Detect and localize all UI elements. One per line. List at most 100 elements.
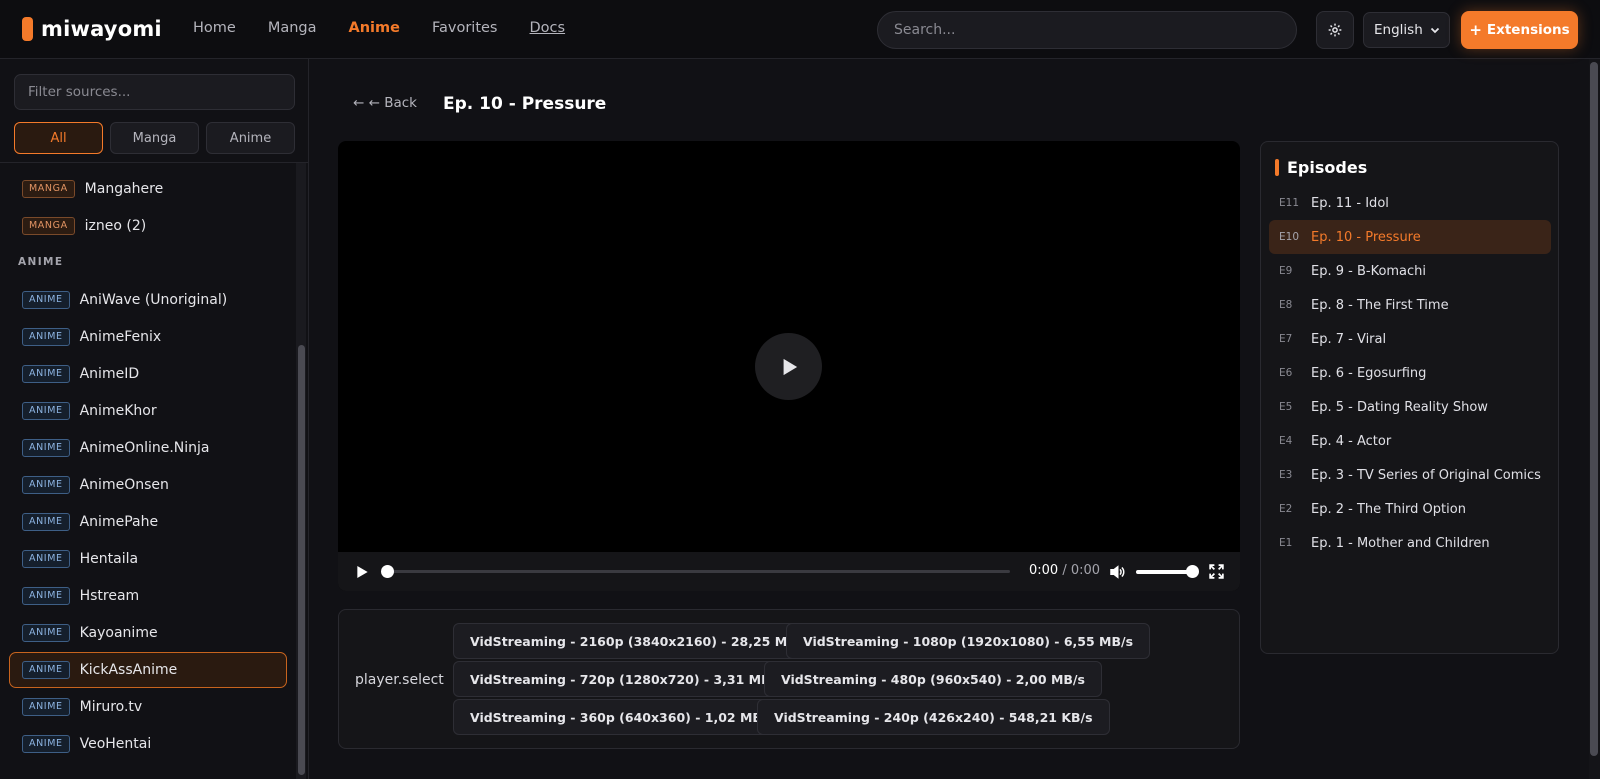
nav-manga[interactable]: Manga (268, 20, 317, 36)
episode-item[interactable]: E11 Ep. 11 - Idol (1269, 186, 1551, 220)
play-icon[interactable] (354, 564, 370, 580)
manga-badge: MANGA (22, 217, 75, 235)
nav-docs[interactable]: Docs (529, 20, 565, 36)
volume-handle[interactable] (1186, 565, 1199, 578)
server-option[interactable]: VidStreaming - 2160p (3840x2160) - 28,25… (453, 623, 826, 659)
app-logo[interactable]: miwayomi (22, 17, 162, 41)
server-option[interactable]: VidStreaming - 480p (960x540) - 2,00 MB/… (764, 661, 1102, 697)
source-item[interactable]: ANIME VeoHentai (9, 726, 287, 762)
filter-all-button[interactable]: All (14, 122, 103, 154)
source-item[interactable]: ANIME Miruro.tv (9, 689, 287, 725)
source-item[interactable]: ANIME AnimeOnline.Ninja (9, 430, 287, 466)
filter-anime-button[interactable]: Anime (206, 122, 295, 154)
source-name: AnimeOnsen (79, 477, 169, 493)
main-scrollbar-thumb[interactable] (1590, 62, 1598, 756)
episode-item-active[interactable]: E10 Ep. 10 - Pressure (1269, 220, 1551, 254)
episode-code: E5 (1279, 401, 1293, 413)
anime-badge: ANIME (22, 587, 70, 605)
time-display: 0:00 / 0:00 (1029, 563, 1101, 578)
episode-name: Ep. 6 - Egosurfing (1311, 365, 1427, 381)
episodes-panel: Episodes E11 Ep. 11 - Idol E10 Ep. 10 - … (1260, 141, 1559, 654)
seek-bar[interactable] (381, 565, 1010, 578)
source-name: Mangahere (84, 181, 164, 197)
extensions-button[interactable]: + Extensions (1461, 11, 1578, 49)
episode-item[interactable]: E7 Ep. 7 - Viral (1269, 322, 1551, 356)
episode-code: E8 (1279, 299, 1293, 311)
search-input[interactable] (877, 11, 1297, 49)
anime-badge: ANIME (22, 698, 70, 716)
source-item[interactable]: ANIME AnimeKhor (9, 393, 287, 429)
extensions-label: Extensions (1486, 22, 1570, 38)
episode-item[interactable]: E8 Ep. 8 - The First Time (1269, 288, 1551, 322)
episode-item[interactable]: E9 Ep. 9 - B-Komachi (1269, 254, 1551, 288)
anime-badge: ANIME (22, 328, 70, 346)
source-name: AnimeFenix (79, 329, 162, 345)
server-option[interactable]: VidStreaming - 1080p (1920x1080) - 6,55 … (786, 623, 1151, 659)
video-player[interactable]: 0:00 / 0:00 (338, 141, 1240, 591)
volume-icon[interactable] (1108, 563, 1126, 581)
volume-slider[interactable] (1136, 570, 1191, 574)
source-name: VeoHentai (79, 736, 152, 752)
language-selected: English (1374, 22, 1423, 38)
source-item[interactable]: MANGA Mangahere (9, 171, 287, 207)
anime-badge: ANIME (22, 476, 70, 494)
server-option[interactable]: VidStreaming - 720p (1280x720) - 3,31 MB… (453, 661, 800, 697)
anime-badge: ANIME (22, 365, 70, 383)
source-item[interactable]: ANIME Hstream (9, 578, 287, 614)
chevron-down-icon (1430, 27, 1440, 34)
episode-item[interactable]: E6 Ep. 6 - Egosurfing (1269, 356, 1551, 390)
source-item[interactable]: MANGA izneo (2) (9, 208, 287, 244)
episode-item[interactable]: E1 Ep. 1 - Mother and Children (1269, 526, 1551, 560)
episode-name: Ep. 8 - The First Time (1311, 297, 1449, 313)
filter-sources-input[interactable] (14, 74, 295, 110)
episode-code: E10 (1279, 231, 1299, 243)
episode-item[interactable]: E2 Ep. 2 - The Third Option (1269, 492, 1551, 526)
source-item[interactable]: ANIME Kayoanime (9, 615, 287, 651)
episode-item[interactable]: E5 Ep. 5 - Dating Reality Show (1269, 390, 1551, 424)
server-selector: player.select VidStreaming - 2160p (3840… (338, 609, 1240, 749)
back-button[interactable]: ← ← Back (353, 95, 417, 111)
server-select-label: player.select (355, 672, 444, 688)
source-name: Kayoanime (79, 625, 158, 641)
source-item[interactable]: ANIME Hentaila (9, 541, 287, 577)
seek-handle[interactable] (381, 565, 394, 578)
server-option[interactable]: VidStreaming - 240p (426x240) - 548,21 K… (757, 699, 1110, 735)
source-name: Hentaila (79, 551, 139, 567)
source-item[interactable]: ANIME AnimeOnsen (9, 467, 287, 503)
episode-title: Ep. 10 - Pressure (443, 94, 607, 114)
source-name: AnimeID (79, 366, 140, 382)
big-play-button[interactable] (755, 333, 822, 400)
source-name: AnimeKhor (79, 403, 157, 419)
nav-home[interactable]: Home (193, 20, 236, 36)
episode-code: E4 (1279, 435, 1293, 447)
episode-name: Ep. 2 - The Third Option (1311, 501, 1466, 517)
episode-name: Ep. 5 - Dating Reality Show (1311, 399, 1488, 415)
source-item[interactable]: ANIME AnimeFenix (9, 319, 287, 355)
server-option[interactable]: VidStreaming - 360p (640x360) - 1,02 MB/… (453, 699, 791, 735)
source-item[interactable]: ANIME AniWave (Unoriginal) (9, 282, 287, 318)
source-list: MANGA Mangahere MANGA izneo (2) ANIME AN… (0, 163, 296, 779)
source-name: Miruro.tv (79, 699, 143, 715)
settings-button[interactable] (1316, 11, 1354, 49)
top-header: miwayomi Home Manga Anime Favorites Docs… (0, 0, 1600, 59)
source-item[interactable]: ANIME AnimePahe (9, 504, 287, 540)
fullscreen-icon[interactable] (1208, 563, 1225, 580)
episodes-title: Episodes (1287, 158, 1368, 177)
episode-code: E9 (1279, 265, 1293, 277)
nav-anime[interactable]: Anime (349, 20, 400, 36)
anime-badge: ANIME (22, 624, 70, 642)
language-select[interactable]: English (1363, 12, 1450, 48)
anime-badge: ANIME (22, 402, 70, 420)
source-item-active[interactable]: ANIME KickAssAnime (9, 652, 287, 688)
anime-section-title: ANIME (18, 256, 64, 268)
episode-name: Ep. 11 - Idol (1311, 195, 1389, 211)
episode-item[interactable]: E3 Ep. 3 - TV Series of Original Comics (1269, 458, 1551, 492)
episode-item[interactable]: E4 Ep. 4 - Actor (1269, 424, 1551, 458)
filter-manga-button[interactable]: Manga (110, 122, 199, 154)
episodes-header: Episodes (1275, 158, 1367, 177)
source-item[interactable]: ANIME AnimeID (9, 356, 287, 392)
nav-favorites[interactable]: Favorites (432, 20, 498, 36)
anime-badge: ANIME (22, 439, 70, 457)
sidebar-scrollbar-thumb[interactable] (298, 345, 305, 775)
episode-name: Ep. 4 - Actor (1311, 433, 1392, 449)
